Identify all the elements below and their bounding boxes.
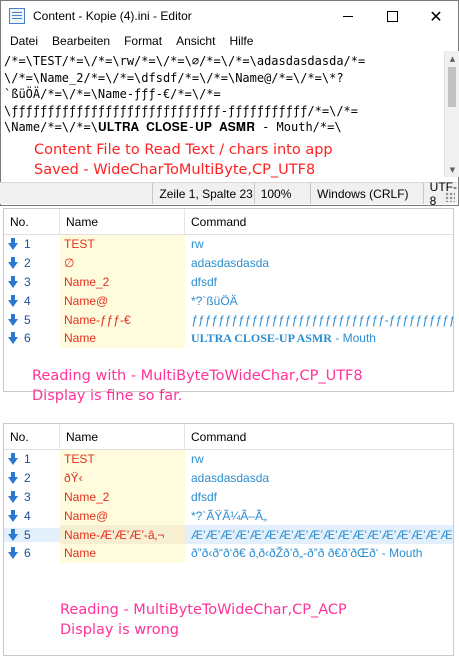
- list-row-selected[interactable]: 5 Name-Æ’Æ’Æ’-â‚¬ Æ’Æ’Æ’Æ’Æ’Æ’Æ’Æ’Æ’Æ’Æ’…: [4, 525, 453, 544]
- list-row[interactable]: 5 Name-ƒƒƒ-€ ƒƒƒƒƒƒƒƒƒƒƒƒƒƒƒƒƒƒƒƒƒƒƒƒƒƒƒ…: [4, 310, 453, 329]
- row-command: Æ’Æ’Æ’Æ’Æ’Æ’Æ’Æ’Æ’Æ’Æ’Æ’Æ’Æ’Æ’Æ’Æ’Æ’Æ’Æ’…: [185, 525, 453, 544]
- list-row[interactable]: 1 TEST rw: [4, 450, 453, 469]
- arrow-down-icon: [8, 332, 18, 345]
- annotation-line: Display is wrong: [60, 622, 180, 638]
- arrow-down-icon: [8, 275, 18, 288]
- arrow-down-icon: [8, 528, 18, 541]
- row-name: Name_2: [60, 487, 185, 507]
- column-header-name[interactable]: Name: [60, 209, 185, 234]
- vertical-scrollbar[interactable]: ▲ ▼: [444, 51, 459, 177]
- row-name: Name-Æ’Æ’Æ’-â‚¬: [60, 525, 185, 544]
- editor-line: \ƒƒƒƒƒƒƒƒƒƒƒƒƒƒƒƒƒƒƒƒƒƒƒƒƒƒƒƒƒ-ƒƒƒƒƒƒƒƒƒ…: [4, 103, 359, 118]
- row-command: ƒƒƒƒƒƒƒƒƒƒƒƒƒƒƒƒƒƒƒƒƒƒƒƒƒƒƒƒƒ-ƒƒƒƒƒƒƒƒƒƒ…: [191, 312, 453, 327]
- arrow-down-icon: [8, 453, 18, 466]
- row-name: Name_2: [60, 272, 185, 292]
- arrow-down-icon: [8, 547, 18, 560]
- zoom-level: 100%: [253, 183, 310, 204]
- close-button[interactable]: ✕: [414, 1, 458, 31]
- row-command: adasdasdasda: [191, 471, 270, 486]
- row-name: TEST: [60, 450, 185, 469]
- title-bar[interactable]: Content - Kopie (4).ini - Editor ✕: [1, 1, 458, 31]
- arrow-down-icon: [8, 257, 18, 270]
- annotation-line: Content File to Read Text / chars into a…: [34, 142, 333, 158]
- editor-line: /*=\TEST/*=\/*=\rw/*=\/*=\∅/*=\/*=\adasd…: [4, 54, 366, 68]
- editor-line: \Name/*=\/*=\𝐔𝐋𝐓𝐑𝐀 𝐂𝐋𝐎𝐒𝐄-𝐔𝐏 𝐀𝐒𝐌𝐑 - Mouth…: [4, 120, 342, 134]
- resize-grip-icon[interactable]: [445, 192, 455, 202]
- row-command-bold: ULTRA CLOSE-UP ASMR: [191, 330, 332, 345]
- window-title: Content - Kopie (4).ini - Editor: [33, 9, 192, 23]
- list-row[interactable]: 2 ∅ adasdasdasda: [4, 253, 453, 273]
- row-name: Name: [60, 543, 185, 563]
- row-command-rest: - Mouth: [331, 331, 376, 346]
- row-name: Name@: [60, 291, 185, 311]
- row-name: TEST: [60, 235, 185, 254]
- list-row[interactable]: 3 Name_2 dfsdf: [4, 487, 453, 507]
- list-row[interactable]: 4 Name@ *?`ÃŸÃ¼Ã–Ã„: [4, 506, 453, 526]
- list-row[interactable]: 6 Name ULTRA CLOSE-UP ASMR - Mouth: [4, 328, 453, 348]
- menu-bearbeiten[interactable]: Bearbeiten: [45, 34, 117, 48]
- annotation-line: Saved - WideCharToMultiByte,CP_UTF8: [34, 162, 316, 178]
- menu-ansicht[interactable]: Ansicht: [169, 34, 222, 48]
- list-header: No. Name Command: [4, 209, 453, 235]
- row-command: rw: [191, 452, 204, 467]
- notepad-icon: [9, 8, 25, 24]
- status-bar: Zeile 1, Spalte 23 100% Windows (CRLF) U…: [0, 180, 457, 208]
- cursor-position: Zeile 1, Spalte 23: [152, 183, 253, 204]
- list-header: No. Name Command: [4, 424, 453, 450]
- row-command: dfsdf: [191, 489, 218, 504]
- menu-bar: Datei Bearbeiten Format Ansicht Hilfe: [1, 31, 458, 51]
- line-ending: Windows (CRLF): [310, 183, 422, 204]
- menu-datei[interactable]: Datei: [3, 34, 45, 48]
- row-name: ðŸ‹: [60, 468, 185, 488]
- column-header-name[interactable]: Name: [60, 424, 185, 449]
- arrow-down-icon: [8, 490, 18, 503]
- column-header-command[interactable]: Command: [185, 424, 453, 449]
- row-command: *?`ßüÖÄ: [191, 293, 238, 308]
- column-header-command[interactable]: Command: [185, 209, 453, 234]
- arrow-down-icon: [8, 294, 18, 307]
- row-command: *?`ÃŸÃ¼Ã–Ã„: [191, 508, 268, 523]
- list-row[interactable]: 1 TEST rw: [4, 235, 453, 254]
- annotation-line: Reading with - MultiByteToWideChar,CP_UT…: [32, 368, 363, 384]
- list-row[interactable]: 4 Name@ *?`ßüÖÄ: [4, 291, 453, 311]
- row-name: ∅: [60, 253, 185, 273]
- row-command: ULTRA CLOSE-UP ASMR - Mouth: [185, 329, 453, 348]
- column-header-no[interactable]: No.: [4, 209, 60, 234]
- annotation-line: Reading - MultiByteToWideChar,CP_ACP: [60, 602, 347, 618]
- menu-hilfe[interactable]: Hilfe: [222, 34, 260, 48]
- list-row[interactable]: 2 ðŸ‹ adasdasdasda: [4, 468, 453, 488]
- scroll-thumb[interactable]: [448, 67, 456, 107]
- row-name: Name@: [60, 506, 185, 526]
- arrow-down-icon: [8, 238, 18, 251]
- list-panel-utf8: No. Name Command 1 TEST rw 2 ∅ adasdasda…: [3, 208, 454, 392]
- arrow-down-icon: [8, 509, 18, 522]
- editor-line: \/*=\Name_2/*=\/*=\dfsdf/*=\/*=\Name@/*=…: [4, 70, 344, 85]
- maximize-button[interactable]: [370, 1, 414, 31]
- row-name: Name-ƒƒƒ-€: [60, 310, 185, 329]
- arrow-down-icon: [8, 472, 18, 485]
- menu-format[interactable]: Format: [117, 34, 169, 48]
- scroll-down-icon[interactable]: ▼: [445, 162, 459, 177]
- minimize-button[interactable]: [326, 1, 370, 31]
- scroll-up-icon[interactable]: ▲: [445, 51, 459, 66]
- row-command: adasdasdasda: [191, 256, 270, 271]
- list-row[interactable]: 3 Name_2 dfsdf: [4, 272, 453, 292]
- annotation-line: Display is fine so far.: [32, 388, 183, 404]
- column-header-no[interactable]: No.: [4, 424, 60, 449]
- row-name: Name: [60, 328, 185, 348]
- row-command: ð”ð‹ð“ð‘ð€ ð‚ð‹ðŽð’ð„-ð”ð ð€ð’ðŒð‘ - Mou…: [191, 546, 423, 561]
- row-command: dfsdf: [191, 274, 218, 289]
- list-row[interactable]: 6 Name ð”ð‹ð“ð‘ð€ ð‚ð‹ðŽð’ð„-ð”ð ð€ð’ðŒð…: [4, 543, 453, 563]
- arrow-down-icon: [8, 313, 18, 326]
- row-command: rw: [191, 237, 204, 252]
- editor-line: `ßüÖÄ/*=\/*=\Name-ƒƒƒ-€/*=\/*=: [4, 87, 221, 101]
